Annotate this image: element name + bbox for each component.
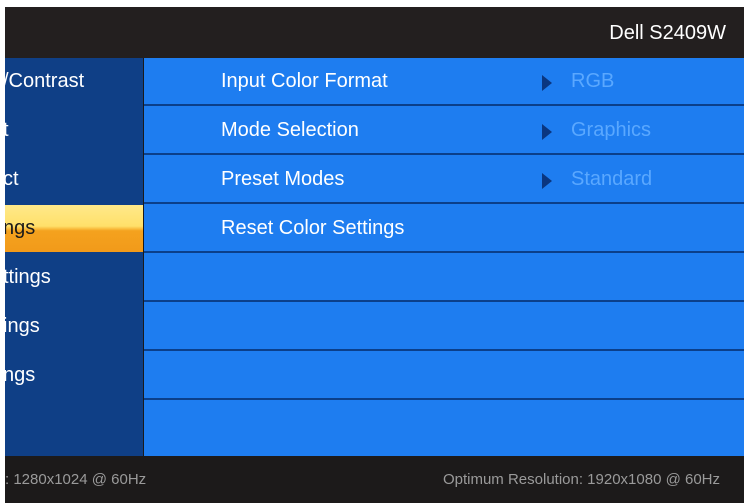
menu-item-brightness-contrast[interactable]: /Contrast	[5, 58, 143, 105]
submenu-panel: Input Color Format RGB Mode Selection Gr…	[144, 58, 744, 456]
menu-item-empty	[5, 401, 143, 448]
menu-item-personalize[interactable]: ngs	[5, 352, 143, 399]
optimum-resolution: Optimum Resolution: 1920x1080 @ 60Hz	[442, 471, 720, 488]
menu-item-input-select[interactable]: ct	[5, 156, 143, 203]
submenu-row-label: Mode Selection	[221, 119, 359, 141]
submenu-row-mode-selection[interactable]: Mode Selection Graphics	[144, 107, 744, 155]
monitor-osd: Dell S2409W /Contrast t ct ngs ttings in…	[5, 7, 744, 503]
osd-footer: : 1280x1024 @ 60Hz Optimum Resolution: 1…	[5, 456, 744, 503]
submenu-row-empty	[144, 401, 744, 449]
submenu-row-empty	[144, 254, 744, 302]
menu-item-display-settings[interactable]: ttings	[5, 254, 143, 301]
menu-item-label	[5, 401, 143, 448]
menu-item-label: /Contrast	[5, 70, 85, 92]
submenu-row-value: Standard	[571, 168, 653, 190]
osd-header: Dell S2409W	[5, 7, 744, 58]
submenu-row-preset-modes[interactable]: Preset Modes Standard	[144, 156, 744, 204]
triangle-right-icon	[542, 173, 552, 189]
submenu-row-label: Input Color Format	[221, 70, 388, 92]
menu-item-color-settings[interactable]: ngs	[5, 205, 143, 252]
submenu-row-label: Reset Color Settings	[221, 217, 405, 239]
submenu-row-empty	[144, 352, 744, 400]
submenu-row-reset-color-settings[interactable]: Reset Color Settings	[144, 205, 744, 253]
submenu-row-value: RGB	[571, 70, 615, 92]
current-resolution: : 1280x1024 @ 60Hz	[5, 471, 147, 488]
menu-item-label: ngs	[5, 217, 36, 239]
menu-item-label: ttings	[5, 266, 51, 288]
main-menu: /Contrast t ct ngs ttings ings ngs	[5, 58, 143, 456]
submenu-row-value: Graphics	[571, 119, 652, 141]
triangle-right-icon	[542, 124, 552, 140]
monitor-model-label: Dell S2409W	[609, 22, 726, 44]
menu-item-label: ngs	[5, 364, 36, 386]
submenu-row-input-color-format[interactable]: Input Color Format RGB	[144, 58, 744, 106]
menu-item-other-settings[interactable]: ings	[5, 303, 143, 350]
menu-item-label: ings	[5, 315, 40, 337]
menu-item-label: t	[5, 119, 9, 141]
menu-item-auto-adjust[interactable]: t	[5, 107, 143, 154]
triangle-right-icon	[542, 75, 552, 91]
submenu-row-empty	[144, 303, 744, 351]
submenu-row-label: Preset Modes	[221, 168, 345, 190]
menu-item-label: ct	[5, 168, 19, 190]
